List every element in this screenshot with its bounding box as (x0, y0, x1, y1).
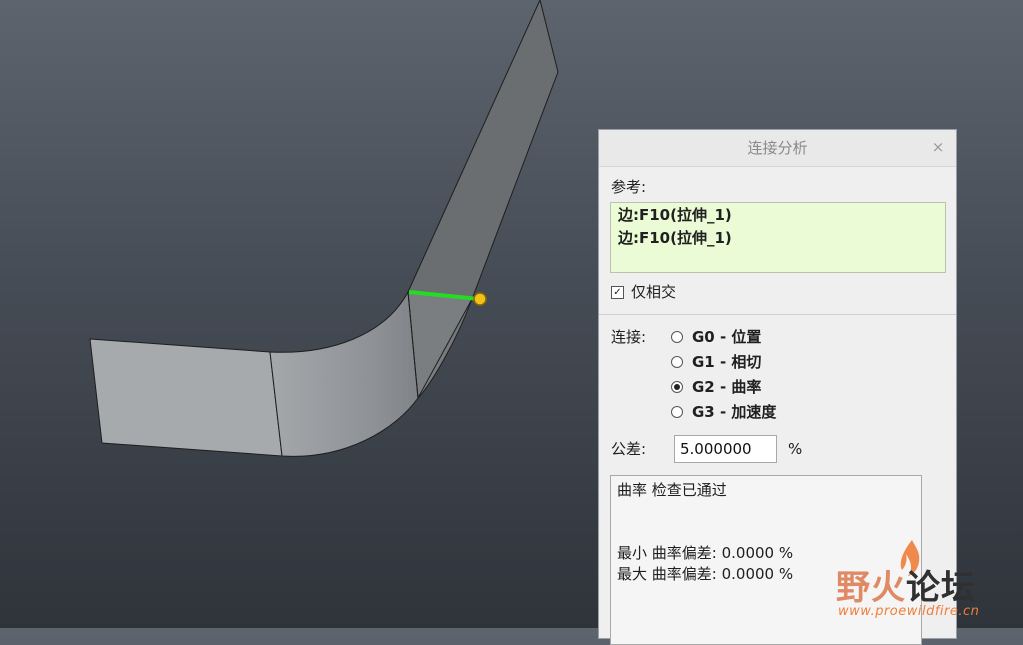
reference-item[interactable]: 边:F10(拉伸_1) (618, 227, 938, 250)
close-icon[interactable]: × (930, 139, 946, 155)
watermark-forum: 论坛 (906, 568, 976, 608)
reference-item[interactable]: 边:F10(拉伸_1) (618, 204, 938, 227)
watermark: 野火论坛 www.proewildfire.cn (836, 538, 1016, 624)
vertical-face[interactable] (407, 0, 559, 300)
edge-marker-point[interactable] (473, 292, 487, 306)
radio-g0-position[interactable]: G0 - 位置 (671, 326, 761, 348)
radio-icon[interactable] (671, 405, 683, 418)
radio-label: G1 - 相切 (692, 353, 762, 371)
radio-label: G3 - 加速度 (692, 403, 777, 421)
watermark-logo-text: 野火论坛 (836, 560, 976, 609)
radio-g2-curvature[interactable]: G2 - 曲率 (671, 376, 761, 398)
tolerance-label: 公差: (611, 440, 647, 458)
tolerance-unit: % (788, 440, 803, 458)
divider (599, 314, 956, 315)
reference-label: 参考: (611, 178, 647, 196)
bend-lower-face[interactable] (407, 291, 473, 400)
radio-icon[interactable] (671, 355, 683, 368)
watermark-url: www.proewildfire.cn (838, 604, 980, 619)
dialog-title: 连接分析 (599, 130, 956, 167)
radio-label: G2 - 曲率 (692, 378, 762, 396)
result-status: 曲率 检查已通过 (617, 481, 727, 499)
reference-list[interactable]: 边:F10(拉伸_1) 边:F10(拉伸_1) (610, 202, 946, 273)
only-intersect-checkbox[interactable]: ✓ 仅相交 (611, 281, 676, 303)
radio-g1-tangent[interactable]: G1 - 相切 (671, 351, 761, 373)
tolerance-input[interactable]: 5.000000 (674, 435, 777, 463)
watermark-fire: 火 (871, 568, 906, 608)
radio-label: G0 - 位置 (692, 328, 762, 346)
watermark-wild: 野 (836, 568, 871, 608)
only-intersect-label: 仅相交 (631, 283, 677, 301)
radio-icon[interactable] (671, 330, 683, 343)
flat-face[interactable] (89, 338, 283, 457)
radio-g3-acceleration[interactable]: G3 - 加速度 (671, 401, 776, 423)
radio-selected-icon[interactable] (671, 380, 683, 393)
sheet-part-model[interactable] (89, 0, 559, 457)
checkmark-icon[interactable]: ✓ (611, 286, 624, 299)
connection-label: 连接: (611, 328, 647, 346)
